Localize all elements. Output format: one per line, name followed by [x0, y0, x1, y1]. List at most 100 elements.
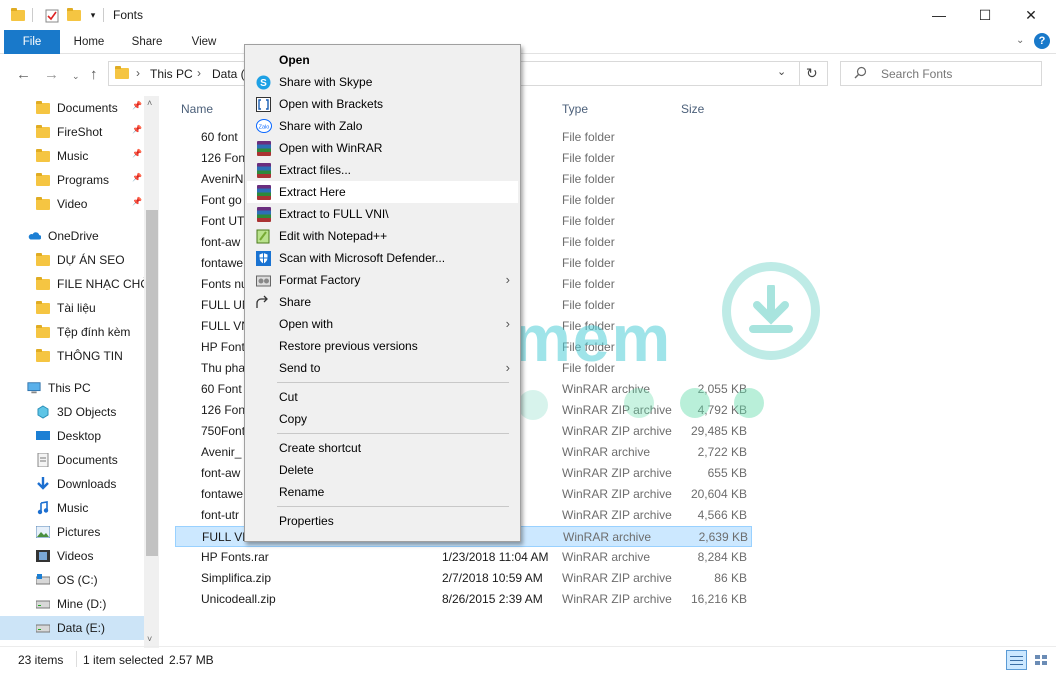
menu-item[interactable]: Format Factory › — [247, 269, 518, 291]
menu-item[interactable]: Scan with Microsoft Defender... — [247, 247, 518, 269]
scroll-up-icon[interactable]: ˄ — [147, 98, 152, 108]
menu-item-label: Restore previous versions — [279, 339, 418, 353]
menu-item[interactable]: Send to › — [247, 357, 518, 379]
search-box[interactable]: Search Fonts — [840, 61, 1042, 86]
sidebar-item-label: FILE NHẠC CHỜ — [57, 277, 146, 291]
divider — [32, 8, 33, 22]
menu-item-label: Open with — [279, 317, 334, 331]
file-type: WinRAR ZIP archive — [562, 508, 672, 522]
customize-toolbar-icon[interactable]: ▾ — [86, 6, 100, 24]
sidebar-item-label: Tài liệu — [57, 301, 96, 315]
refresh-icon[interactable]: ↻ — [806, 65, 818, 82]
menu-item[interactable]: Extract Here — [247, 181, 518, 203]
new-folder-icon[interactable] — [66, 6, 82, 24]
maximize-button[interactable]: ☐ — [962, 0, 1008, 30]
sidebar-item[interactable]: OneDrive — [0, 224, 146, 248]
sidebar-item[interactable]: FILE NHẠC CHỜ — [0, 272, 146, 296]
menu-separator — [277, 433, 509, 434]
menu-item[interactable]: Create shortcut — [247, 437, 518, 459]
breadcrumb-this-pc[interactable]: This PC — [150, 67, 193, 81]
sidebar-item[interactable]: This PC — [0, 376, 146, 400]
scrollbar-thumb[interactable] — [146, 210, 158, 556]
pin-icon[interactable]: 📌 — [132, 197, 142, 206]
forward-icon[interactable]: → — [44, 66, 59, 83]
expand-ribbon-icon[interactable]: ⌄ — [1016, 35, 1024, 46]
pin-icon[interactable]: 📌 — [132, 173, 142, 182]
sidebar-item[interactable]: DỰ ÁN SEO — [0, 248, 146, 272]
menu-item[interactable]: Rename — [247, 481, 518, 503]
menu-item[interactable]: Delete — [247, 459, 518, 481]
drive-icon — [36, 621, 50, 635]
sidebar-item[interactable]: Programs 📌 — [0, 168, 146, 192]
menu-item-label: Properties — [279, 514, 334, 528]
sidebar-item[interactable]: Mine (D:) — [0, 592, 146, 616]
pin-icon[interactable]: 📌 — [132, 125, 142, 134]
file-size: 29,485 KB — [690, 424, 747, 438]
scroll-down-icon[interactable]: ˅ — [147, 634, 152, 644]
tab-home[interactable]: Home — [64, 30, 114, 54]
back-icon[interactable]: ← — [16, 66, 31, 83]
menu-item[interactable]: Restore previous versions — [247, 335, 518, 357]
pin-icon[interactable]: 📌 — [132, 101, 142, 110]
file-size: 16,216 KB — [690, 592, 747, 606]
menu-item[interactable]: Zalo Share with Zalo — [247, 115, 518, 137]
sidebar-item[interactable]: OS (C:) — [0, 568, 146, 592]
menu-item[interactable]: Open with Brackets — [247, 93, 518, 115]
menu-item[interactable]: Open — [247, 49, 518, 71]
menu-item[interactable]: Extract to FULL VNI\ — [247, 203, 518, 225]
sidebar-item[interactable]: Desktop — [0, 424, 146, 448]
close-button[interactable]: ✕ — [1008, 0, 1054, 30]
menu-item[interactable]: Share — [247, 291, 518, 313]
menu-item[interactable]: Extract files... — [247, 159, 518, 181]
properties-icon[interactable] — [44, 6, 60, 24]
menu-item[interactable]: Edit with Notepad++ — [247, 225, 518, 247]
minimize-button[interactable]: — — [916, 0, 962, 30]
sidebar-item[interactable]: Music 📌 — [0, 144, 146, 168]
file-row[interactable]: HP Fonts.rar 1/23/2018 11:04 AM WinRAR arc… — [175, 547, 752, 568]
menu-item[interactable]: Open with WinRAR — [247, 137, 518, 159]
defender-icon — [255, 250, 272, 266]
sidebar-item[interactable]: Video 📌 — [0, 192, 146, 216]
menu-item[interactable]: Cut — [247, 386, 518, 408]
column-header-size[interactable]: Size — [681, 102, 704, 116]
menu-item[interactable]: Properties — [247, 510, 518, 532]
tab-share[interactable]: Share — [122, 30, 172, 54]
winrar-icon — [255, 162, 272, 178]
sidebar-item[interactable]: 3D Objects — [0, 400, 146, 424]
menu-item[interactable]: Open with › — [247, 313, 518, 335]
pin-icon[interactable]: 📌 — [132, 149, 142, 158]
file-row[interactable]: Unicodeall.zip 8/26/2015 2:39 AM WinRAR ZI… — [175, 589, 752, 610]
sidebar-item[interactable]: Data (E:) — [0, 616, 146, 640]
menu-item[interactable]: Copy — [247, 408, 518, 430]
large-icons-view-icon[interactable] — [1031, 650, 1052, 670]
help-icon[interactable]: ? — [1034, 33, 1050, 49]
search-input[interactable]: Search Fonts — [881, 67, 952, 81]
details-view-icon[interactable] — [1006, 650, 1027, 670]
tab-file[interactable]: File — [4, 30, 60, 54]
breadcrumb-data[interactable]: Data ( — [212, 67, 245, 81]
sidebar-item[interactable]: Music — [0, 496, 146, 520]
sidebar-item[interactable]: Documents — [0, 448, 146, 472]
file-row[interactable]: Simplifica.zip 2/7/2018 10:59 AM WinRAR ZI… — [175, 568, 752, 589]
up-icon[interactable]: ↑ — [90, 66, 98, 83]
menu-item[interactable]: S Share with Skype — [247, 71, 518, 93]
sidebar-item[interactable]: Pictures — [0, 520, 146, 544]
sidebar-item[interactable]: Tài liệu — [0, 296, 146, 320]
pictures-icon — [36, 525, 50, 539]
recent-locations-icon[interactable]: ⌄ — [72, 71, 80, 82]
tab-view[interactable]: View — [180, 30, 228, 54]
sidebar-item[interactable]: Tệp đính kèm — [0, 320, 146, 344]
column-header-name[interactable]: Name — [181, 102, 213, 116]
sidebar-item[interactable]: THÔNG TIN — [0, 344, 146, 368]
folder-icon — [115, 66, 129, 82]
sidebar-item[interactable]: FireShot 📌 — [0, 120, 146, 144]
chevron-down-icon[interactable]: ⌄ — [777, 65, 786, 78]
sidebar-item[interactable]: Downloads — [0, 472, 146, 496]
sidebar-item[interactable]: Videos — [0, 544, 146, 568]
file-type: WinRAR ZIP archive — [562, 424, 672, 438]
sidebar-item-label: Video — [57, 197, 88, 211]
menu-separator — [277, 382, 509, 383]
file-type: File folder — [562, 151, 615, 165]
sidebar-item[interactable]: Documents 📌 — [0, 96, 146, 120]
column-header-type[interactable]: Type — [562, 102, 588, 116]
